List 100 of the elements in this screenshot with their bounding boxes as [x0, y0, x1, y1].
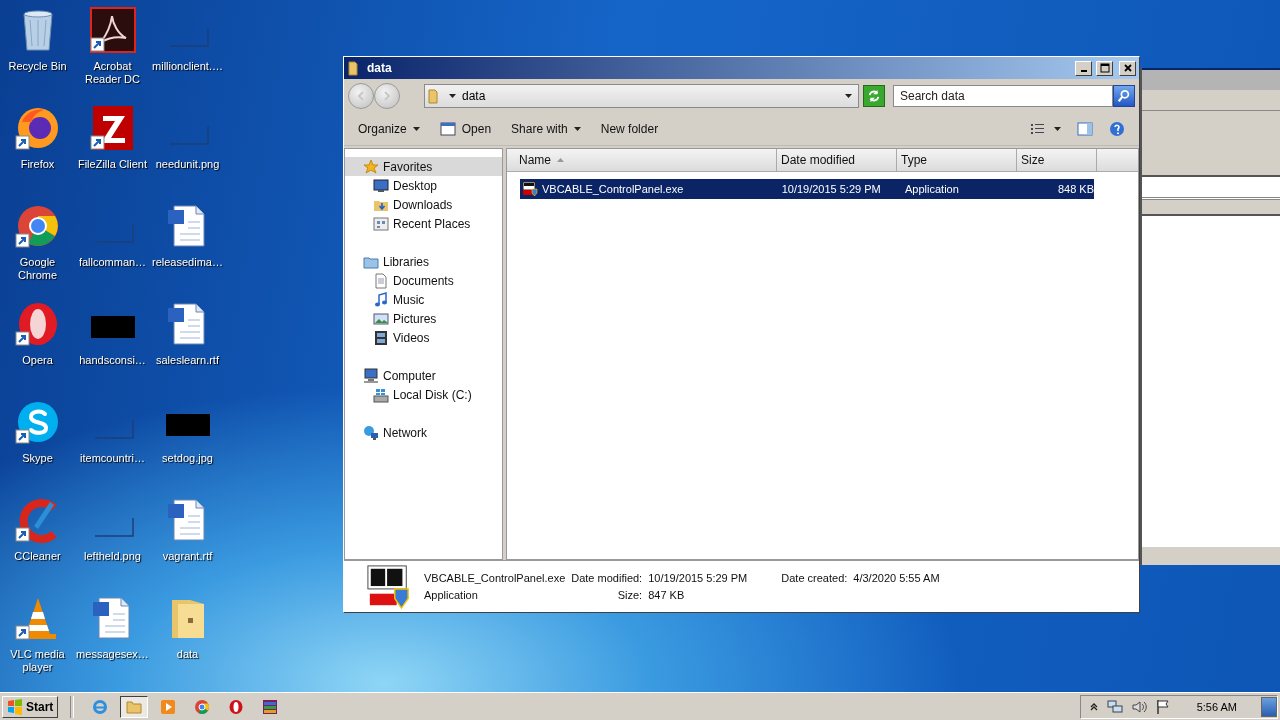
column-header[interactable]: Type	[897, 149, 1017, 171]
field-value: 4/3/2020 5:55 AM	[853, 572, 940, 584]
music-note-icon	[373, 291, 389, 308]
browser-icon	[228, 698, 245, 715]
desktop-icon-label[interactable]: Skype	[22, 452, 53, 465]
desktop-icon-label[interactable]: fallcomman…	[78, 256, 147, 269]
nav-item[interactable]: Desktop	[345, 176, 502, 195]
table-cell-text: 10/19/2015 5:29 PM	[780, 183, 882, 195]
search-button[interactable]	[1113, 85, 1135, 107]
computer-icon	[363, 367, 379, 384]
field-value: 847 KB	[648, 589, 686, 601]
file-name: VBCABLE_ControlPanel.exe	[542, 183, 684, 195]
dropdown-icon[interactable]	[845, 94, 852, 98]
disk-drive-icon	[373, 386, 389, 403]
breadcrumb-item[interactable]: data	[462, 89, 486, 103]
chevron-up-icon[interactable]	[1088, 701, 1099, 712]
help-icon	[1109, 121, 1125, 137]
column-header[interactable]: Name	[507, 149, 777, 171]
nav-item[interactable]: Computer	[345, 366, 502, 385]
clock[interactable]: 5:56 AM	[1196, 700, 1237, 713]
sort-icon	[557, 158, 564, 162]
desktop-icon-label[interactable]: leftheld.png	[84, 550, 141, 563]
browser-icon	[194, 698, 211, 715]
field-value: 10/19/2015 5:29 PM	[648, 572, 748, 584]
desktop-icon-label[interactable]: Recycle Bin	[8, 60, 67, 73]
nav-item[interactable]: Local Disk (C:)	[345, 385, 502, 404]
network-icon[interactable]	[1106, 698, 1123, 715]
close-button[interactable]	[1119, 60, 1136, 76]
desktop-icon-label[interactable]: setdog.jpg	[162, 452, 213, 465]
file-name: VBCABLE_ControlPanel.exe	[424, 572, 566, 584]
desktop-icon-label[interactable]: handsconsi…	[79, 354, 146, 367]
file-row[interactable]: VBCABLE_ControlPanel.exe 10/19/2015 5:29 PM Application 848 KB	[520, 179, 1094, 199]
recent-places-icon	[373, 215, 389, 232]
windows-logo-icon	[7, 698, 23, 715]
nav-item[interactable]: Libraries	[345, 252, 502, 271]
desktop-icon-label[interactable]: needunit.png	[155, 158, 220, 171]
picture-icon	[373, 310, 389, 327]
nav-item[interactable]: Downloads	[345, 195, 502, 214]
close-icon	[1122, 63, 1133, 73]
minimize-icon	[1080, 70, 1087, 72]
desktop-icon-label[interactable]: saleslearn.rtf	[156, 354, 219, 367]
desktop-icon-label[interactable]: Google Chrome	[0, 256, 75, 282]
desktop-icon-label[interactable]: FileZilla Client	[77, 158, 148, 171]
window-icon	[439, 121, 456, 137]
star-icon	[363, 158, 379, 175]
toolbar-button[interactable]: Share with	[505, 119, 587, 139]
field-label: Size:	[616, 589, 643, 601]
window-title: data	[367, 61, 392, 75]
search-icon	[1117, 89, 1131, 103]
browser-icon	[92, 698, 109, 715]
folder-icon	[126, 698, 143, 715]
column-header[interactable]: Size	[1017, 149, 1097, 171]
desktop-icon-label[interactable]: CCleaner	[14, 550, 61, 563]
nav-item[interactable]: Network	[345, 423, 502, 442]
field-label: Date created:	[780, 572, 848, 584]
nav-item[interactable]: Favorites	[345, 157, 502, 176]
toolbar-button[interactable]: New folder	[594, 119, 665, 139]
refresh-icon	[867, 89, 881, 103]
desktop-icon-label[interactable]: itemcountri…	[80, 452, 145, 465]
preview-pane-icon	[1077, 121, 1093, 137]
document-icon	[373, 272, 389, 289]
caret-icon[interactable]	[449, 94, 456, 98]
caret-icon	[573, 127, 581, 131]
refresh-button[interactable]	[863, 85, 885, 107]
desktop-icon-label[interactable]: Opera	[22, 354, 53, 367]
desktop-icon-label[interactable]: Firefox	[20, 158, 55, 171]
nav-item[interactable]: Documents	[345, 271, 502, 290]
maximize-icon	[1099, 63, 1110, 73]
taskbar-app-button[interactable]	[120, 695, 149, 718]
table-cell-text: Application	[904, 183, 960, 195]
desktop-icon-label[interactable]: Acrobat Reader DC	[75, 60, 150, 86]
field-label: Date modified:	[571, 572, 643, 584]
monitor-icon	[373, 177, 389, 194]
address-bar[interactable]: data	[424, 84, 859, 108]
play-icon	[160, 698, 177, 715]
nav-item[interactable]: Music	[345, 290, 502, 309]
nav-item[interactable]: Pictures	[345, 309, 502, 328]
flag-icon[interactable]	[1154, 698, 1171, 715]
desktop-icon-label[interactable]: VLC media player	[0, 648, 75, 674]
books-icon	[262, 698, 279, 715]
desktop-icon-label[interactable]: millionclient.…	[152, 60, 223, 73]
search-field[interactable]: Search data	[893, 85, 1113, 107]
toolbar-button[interactable]: Open	[433, 118, 498, 140]
maximize-button[interactable]	[1096, 60, 1113, 76]
speaker-icon[interactable]	[1130, 698, 1147, 715]
nav-item[interactable]: Videos	[345, 328, 502, 347]
desktop-icon-label[interactable]: releasedima…	[152, 256, 223, 269]
minimize-button[interactable]	[1075, 60, 1092, 76]
list-view-icon	[1030, 121, 1046, 137]
column-header[interactable]: Date modified	[777, 149, 897, 171]
film-icon	[373, 329, 389, 346]
nav-item[interactable]: Recent Places	[345, 214, 502, 233]
toolbar-button[interactable]: Organize	[352, 119, 426, 139]
file-type: Application	[424, 589, 479, 601]
table-cell-text: 848 KB	[1056, 183, 1094, 195]
pdf-reader-icon[interactable]	[88, 6, 137, 54]
start-button[interactable]: Start	[2, 695, 59, 718]
caret-icon	[1054, 127, 1061, 131]
network-icon	[363, 424, 379, 441]
show-desktop-button[interactable]	[1261, 696, 1277, 717]
